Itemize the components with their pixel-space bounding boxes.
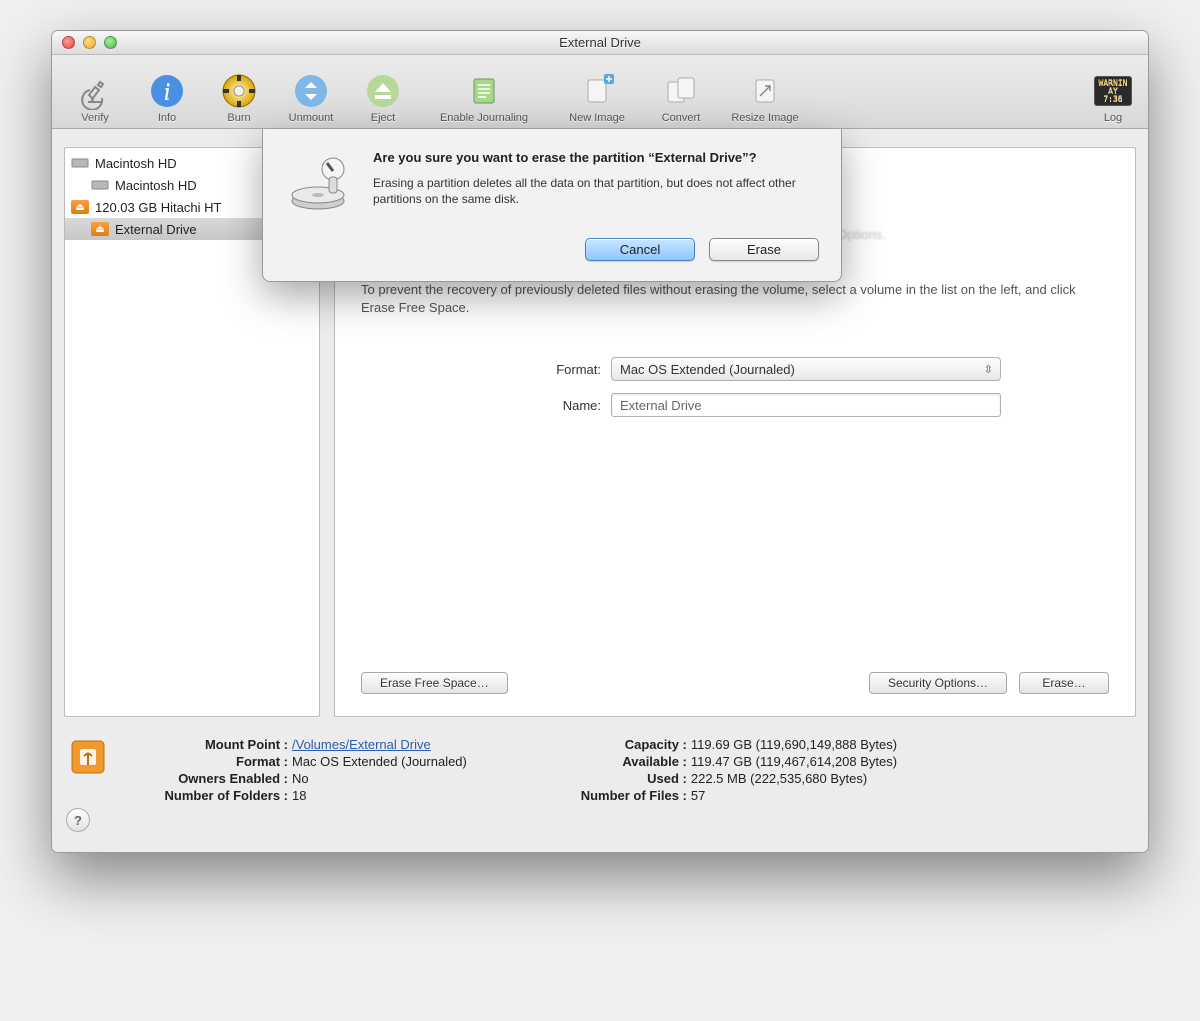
erase-button-row: Erase Free Space… Security Options… Eras… (361, 672, 1109, 694)
sidebar-item-label: Macintosh HD (115, 178, 197, 193)
usb-volume-icon (66, 735, 110, 779)
resize-image-button[interactable]: Resize Image (720, 72, 810, 124)
name-label: Name: (361, 398, 611, 413)
burn-button[interactable]: Burn (206, 72, 272, 124)
toolbar-label: New Image (569, 112, 625, 124)
format-select[interactable]: Mac OS Extended (Journaled) (611, 357, 1001, 381)
sidebar-item-label: 120.03 GB Hitachi HT (95, 200, 221, 215)
toolbar-label: Convert (662, 112, 701, 124)
owners-enabled-value: No (292, 771, 467, 786)
burn-icon (220, 72, 258, 110)
erase-button[interactable]: Erase… (1019, 672, 1109, 694)
hard-drive-icon (91, 178, 109, 192)
eject-icon (364, 72, 402, 110)
format-label: Format: (361, 362, 611, 377)
info-footer: ? Mount Point : /Volumes/External Drive … (52, 725, 1148, 852)
sidebar-item-label: External Drive (115, 222, 197, 237)
log-button[interactable]: WARNINAY 7:36 Log (1088, 72, 1138, 124)
name-input-value: External Drive (620, 398, 702, 413)
dialog-cancel-button[interactable]: Cancel (585, 238, 695, 261)
folders-value: 18 (292, 788, 467, 803)
log-icon: WARNINAY 7:36 (1094, 72, 1132, 110)
unmount-icon (292, 72, 330, 110)
sidebar-item-label: Macintosh HD (95, 156, 177, 171)
erase-free-space-button[interactable]: Erase Free Space… (361, 672, 508, 694)
format-value: Mac OS Extended (Journaled) (292, 754, 467, 769)
used-key: Used : (527, 771, 687, 786)
usb-drive-icon: ⏏ (71, 200, 89, 214)
footer-left-column: Mount Point : /Volumes/External Drive Fo… (128, 737, 467, 803)
toolbar-label: Eject (371, 112, 395, 124)
name-input[interactable]: External Drive (611, 393, 1001, 417)
available-key: Available : (527, 754, 687, 769)
disk-utility-app-icon (285, 149, 355, 222)
svg-text:i: i (164, 79, 171, 105)
toolbar-label: Log (1104, 112, 1122, 124)
used-value: 222.5 MB (222,535,680 Bytes) (691, 771, 897, 786)
footer-right-column: Capacity : 119.69 GB (119,690,149,888 By… (527, 737, 897, 803)
dialog-erase-button[interactable]: Erase (709, 238, 819, 261)
owners-enabled-key: Owners Enabled : (128, 771, 288, 786)
format-key: Format : (128, 754, 288, 769)
folders-key: Number of Folders : (128, 788, 288, 803)
security-options-button[interactable]: Security Options… (869, 672, 1007, 694)
toolbar-label: Info (158, 112, 176, 124)
journaling-icon (465, 72, 503, 110)
format-select-value: Mac OS Extended (Journaled) (620, 362, 795, 377)
toolbar-label: Verify (81, 112, 109, 124)
info-button[interactable]: i Info (134, 72, 200, 124)
microscope-icon (76, 72, 114, 110)
convert-button[interactable]: Convert (648, 72, 714, 124)
dialog-heading: Are you sure you want to erase the parti… (373, 149, 819, 167)
available-value: 119.47 GB (119,467,614,208 Bytes) (691, 754, 897, 769)
eject-button[interactable]: Eject (350, 72, 416, 124)
footer-icons: ? (66, 735, 114, 832)
new-image-icon (578, 72, 616, 110)
toolbar-label: Unmount (289, 112, 334, 124)
capacity-value: 119.69 GB (119,690,149,888 Bytes) (691, 737, 897, 752)
erase-confirmation-dialog: Are you sure you want to erase the parti… (262, 129, 842, 282)
window-title: External Drive (52, 35, 1148, 50)
info-icon: i (148, 72, 186, 110)
unmount-button[interactable]: Unmount (278, 72, 344, 124)
resize-icon (746, 72, 784, 110)
mount-point-link[interactable]: /Volumes/External Drive (292, 737, 431, 752)
usb-drive-icon: ⏏ (91, 222, 109, 236)
disk-utility-window: External Drive Verify i Info Burn Unmoun (51, 30, 1149, 853)
enable-journaling-button[interactable]: Enable Journaling (422, 72, 546, 124)
help-button[interactable]: ? (66, 808, 90, 832)
mount-point-key: Mount Point : (128, 737, 288, 752)
verify-button[interactable]: Verify (62, 72, 128, 124)
hard-drive-icon (71, 156, 89, 170)
toolbar-label: Burn (227, 112, 250, 124)
instruction-text: To prevent the recovery of previously de… (361, 281, 1109, 317)
toolbar-label: Enable Journaling (440, 112, 528, 124)
dialog-body: Erasing a partition deletes all the data… (373, 175, 819, 209)
titlebar: External Drive (52, 31, 1148, 55)
files-value: 57 (691, 788, 897, 803)
new-image-button[interactable]: New Image (552, 72, 642, 124)
files-key: Number of Files : (527, 788, 687, 803)
capacity-key: Capacity : (527, 737, 687, 752)
toolbar-label: Resize Image (731, 112, 798, 124)
toolbar: Verify i Info Burn Unmount Eject (52, 55, 1148, 129)
convert-icon (662, 72, 700, 110)
